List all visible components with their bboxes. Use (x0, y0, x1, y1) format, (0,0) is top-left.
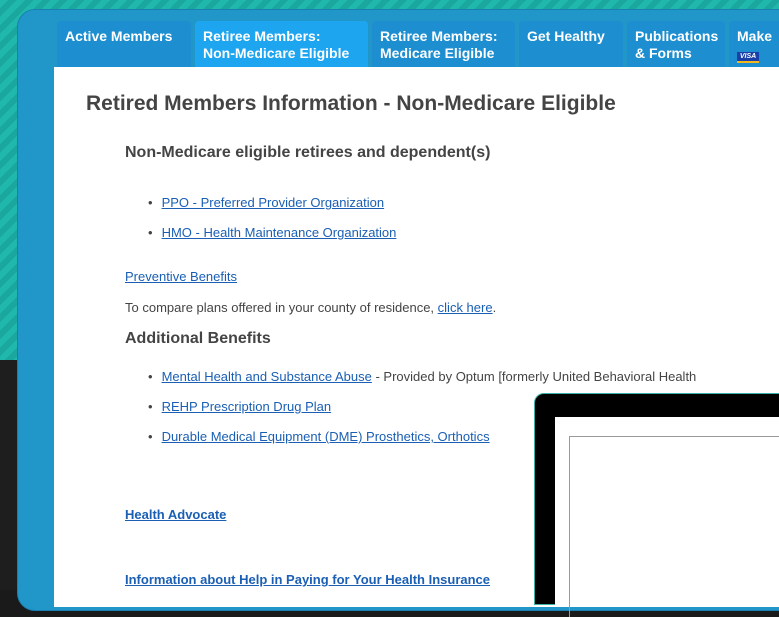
tab-label: Make (737, 28, 773, 44)
tab-label: Publications (635, 28, 719, 44)
preventive-line: Preventive Benefits (125, 269, 237, 284)
compare-end: . (492, 300, 497, 315)
ppo-link[interactable]: PPO - Preferred Provider Organization (162, 195, 385, 210)
preventive-benefits-link[interactable]: Preventive Benefits (125, 269, 237, 284)
health-advocate-line: Health Advocate (125, 507, 226, 522)
dme-link[interactable]: Durable Medical Equipment (DME) Prosthet… (162, 429, 490, 444)
tab-label: Active Members (65, 28, 173, 44)
tab-label-2: Non-Medicare Eligible (203, 45, 350, 61)
tab-publications-forms[interactable]: Publications & Forms (627, 21, 725, 69)
compare-plans-text: To compare plans offered in your county … (125, 300, 496, 315)
hmo-link[interactable]: HMO - Health Maintenance Organization (162, 225, 397, 240)
list-item: Mental Health and Substance Abuse - Prov… (148, 368, 697, 385)
health-advocate-link[interactable]: Health Advocate (125, 507, 226, 522)
tab-make-payment[interactable]: Make VISA (729, 21, 779, 69)
tab-label: Retiree Members: (203, 28, 321, 44)
tab-label: Retiree Members: (380, 28, 498, 44)
tab-active-members[interactable]: Active Members (57, 21, 191, 69)
tab-retiree-non-medicare[interactable]: Retiree Members: Non-Medicare Eligible (195, 21, 368, 69)
tab-get-healthy[interactable]: Get Healthy (519, 21, 623, 69)
plan-list: PPO - Preferred Provider Organization HM… (148, 194, 397, 254)
page-title: Retired Members Information - Non-Medica… (86, 92, 616, 115)
overlay-window[interactable] (534, 393, 779, 617)
help-paying-line: Information about Help in Paying for You… (125, 572, 490, 587)
click-here-link[interactable]: click here (438, 300, 493, 315)
mental-health-desc: - Provided by Optum [formerly United Beh… (371, 369, 697, 384)
tab-label-2: Medicare Eligible (380, 45, 495, 61)
tab-label: Get Healthy (527, 28, 605, 44)
list-item: HMO - Health Maintenance Organization (148, 224, 397, 241)
tab-label-2: & Forms (635, 45, 692, 61)
tab-retiree-medicare[interactable]: Retiree Members: Medicare Eligible (372, 21, 515, 69)
rehp-drug-plan-link[interactable]: REHP Prescription Drug Plan (162, 399, 332, 414)
compare-text: To compare plans offered in your county … (125, 300, 438, 315)
overlay-content (555, 417, 779, 617)
help-paying-link[interactable]: Information about Help in Paying for You… (125, 572, 490, 587)
section-heading-non-medicare: Non-Medicare eligible retirees and depen… (125, 144, 491, 161)
mental-health-link[interactable]: Mental Health and Substance Abuse (162, 369, 372, 384)
section-heading-additional: Additional Benefits (125, 330, 271, 347)
visa-card-icon: VISA (737, 52, 759, 63)
list-item: PPO - Preferred Provider Organization (148, 194, 396, 211)
